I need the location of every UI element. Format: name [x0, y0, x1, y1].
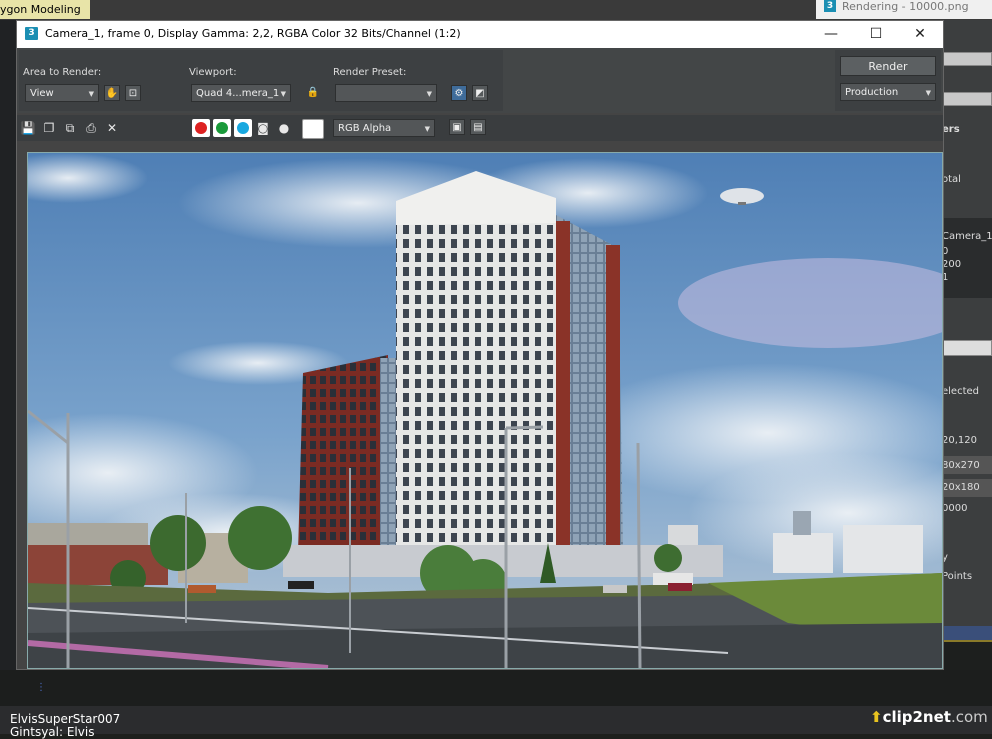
- credit-author: ElvisSuperStar007: [10, 712, 121, 726]
- panel-value: 1: [942, 272, 949, 283]
- close-button[interactable]: ✕: [898, 21, 942, 48]
- watermark: ⬆clip2net.com: [870, 708, 988, 726]
- lock-icon[interactable]: 🔒: [305, 85, 321, 101]
- minimize-button[interactable]: —: [809, 21, 853, 48]
- credits-strip: [0, 706, 992, 734]
- panel-text: otal: [942, 174, 961, 185]
- render-button[interactable]: Render: [840, 56, 936, 76]
- area-to-render-label: Area to Render:: [23, 67, 102, 78]
- viewport-label: Viewport:: [189, 67, 237, 78]
- window-title: Camera_1, frame 0, Display Gamma: 2,2, R…: [45, 27, 461, 40]
- auto-region-icon[interactable]: ⊡: [125, 85, 141, 101]
- environment-effects-icon[interactable]: ◩: [472, 85, 488, 101]
- render-settings-bar: Area to Render: View ▼ ✋ ⊡ Viewport: Quad…: [17, 48, 943, 113]
- maximize-button[interactable]: ☐: [854, 21, 898, 48]
- render-settings-group: Area to Render: View ▼ ✋ ⊡ Viewport: Quad…: [19, 50, 503, 111]
- rendering-tab-label: Rendering - 10000.png: [842, 0, 969, 13]
- panel-field[interactable]: [942, 92, 992, 106]
- panel-size[interactable]: 80x270: [942, 460, 992, 471]
- chevron-down-icon: ▼: [426, 90, 432, 98]
- panel-size[interactable]: 20x180: [942, 482, 992, 493]
- clone-window-icon[interactable]: ⧉: [62, 120, 78, 136]
- red-channel-icon: [195, 122, 207, 134]
- print-image-icon[interactable]: ⎙: [83, 120, 99, 136]
- production-value: Production: [845, 87, 899, 98]
- watermark-brand: clip2net: [882, 708, 951, 726]
- panel-input[interactable]: [942, 340, 992, 356]
- rendered-scene-image: [28, 153, 942, 668]
- display-panel-icon[interactable]: ▣: [449, 119, 465, 135]
- green-channel-icon: [216, 122, 228, 134]
- panel-timeline: [942, 626, 992, 640]
- monochrome-icon[interactable]: ●: [276, 120, 292, 136]
- production-dropdown[interactable]: Production ▼: [840, 83, 936, 101]
- render-preset-label: Render Preset:: [333, 67, 407, 78]
- green-channel-button[interactable]: [213, 119, 231, 137]
- render-button-group: Render Production ▼: [835, 50, 941, 111]
- polygon-modeling-tab[interactable]: ygon Modeling: [0, 0, 90, 19]
- upload-arrow-icon: ⬆: [870, 708, 883, 726]
- rendered-frame-window: 3 Camera_1, frame 0, Display Gamma: 2,2,…: [16, 20, 944, 670]
- viewport-dropdown[interactable]: Quad 4...mera_1 ▼: [191, 84, 291, 102]
- frame-toolbar: 💾 ❐ ⧉ ⎙ ✕ ◙ ● RGB Alpha ▼ ▣ ▤: [17, 115, 943, 141]
- left-dock: [0, 20, 16, 670]
- image-viewer-icon[interactable]: ▤: [470, 119, 486, 135]
- bottom-bar: ⋮: [0, 670, 992, 734]
- clear-image-icon[interactable]: ✕: [104, 120, 120, 136]
- hand-pan-icon[interactable]: ✋: [104, 85, 120, 101]
- panel-text: elected: [942, 386, 980, 397]
- panel-field[interactable]: [942, 52, 992, 66]
- app-logo-icon: 3: [25, 27, 38, 40]
- panel-group: [942, 218, 992, 298]
- alpha-channel-icon[interactable]: ◙: [255, 120, 271, 136]
- panel-text: Points: [942, 571, 973, 582]
- blue-channel-icon: [237, 122, 249, 134]
- chevron-down-icon: ▼: [925, 89, 931, 97]
- panel-value: 20,120: [942, 435, 977, 446]
- right-command-panel: ers otal Camera_1 0 200 1 elected 20,120…: [942, 20, 992, 672]
- chevron-down-icon: ▼: [280, 90, 286, 98]
- panel-value: 200: [942, 259, 962, 270]
- chevron-down-icon: ▼: [424, 125, 430, 133]
- panel-camera-name: Camera_1: [942, 231, 992, 242]
- panel-value: 0: [942, 246, 949, 257]
- watermark-suffix: .com: [950, 708, 988, 726]
- red-channel-button[interactable]: [192, 119, 210, 137]
- blue-channel-button[interactable]: [234, 119, 252, 137]
- display-channel-value: RGB Alpha: [338, 123, 392, 134]
- color-swatch[interactable]: [302, 119, 324, 139]
- max-logo-icon: 3: [824, 0, 836, 12]
- copy-image-icon[interactable]: ❐: [41, 120, 57, 136]
- render-setup-icon[interactable]: ⚙: [451, 85, 467, 101]
- credit-name: Gintsyal: Elvis: [10, 725, 95, 739]
- display-channel-dropdown[interactable]: RGB Alpha ▼: [333, 119, 435, 137]
- area-to-render-dropdown[interactable]: View ▼: [25, 84, 99, 102]
- save-image-icon[interactable]: 💾: [20, 120, 36, 136]
- chevron-down-icon: ▼: [88, 90, 94, 98]
- panel-value: 0000: [942, 503, 968, 514]
- rendered-image-viewport[interactable]: [27, 152, 943, 669]
- area-to-render-value: View: [30, 88, 54, 99]
- axis-gizmo-icon: ⋮: [36, 682, 46, 693]
- render-preset-dropdown[interactable]: ▼: [335, 84, 437, 102]
- rendering-window-tab[interactable]: 3 Rendering - 10000.png: [816, 0, 992, 19]
- panel-bottom: [942, 640, 992, 672]
- panel-heading: ers: [942, 124, 960, 135]
- viewport-value: Quad 4...mera_1: [196, 88, 280, 99]
- window-titlebar[interactable]: 3 Camera_1, frame 0, Display Gamma: 2,2,…: [17, 21, 943, 48]
- panel-text: y: [942, 552, 948, 563]
